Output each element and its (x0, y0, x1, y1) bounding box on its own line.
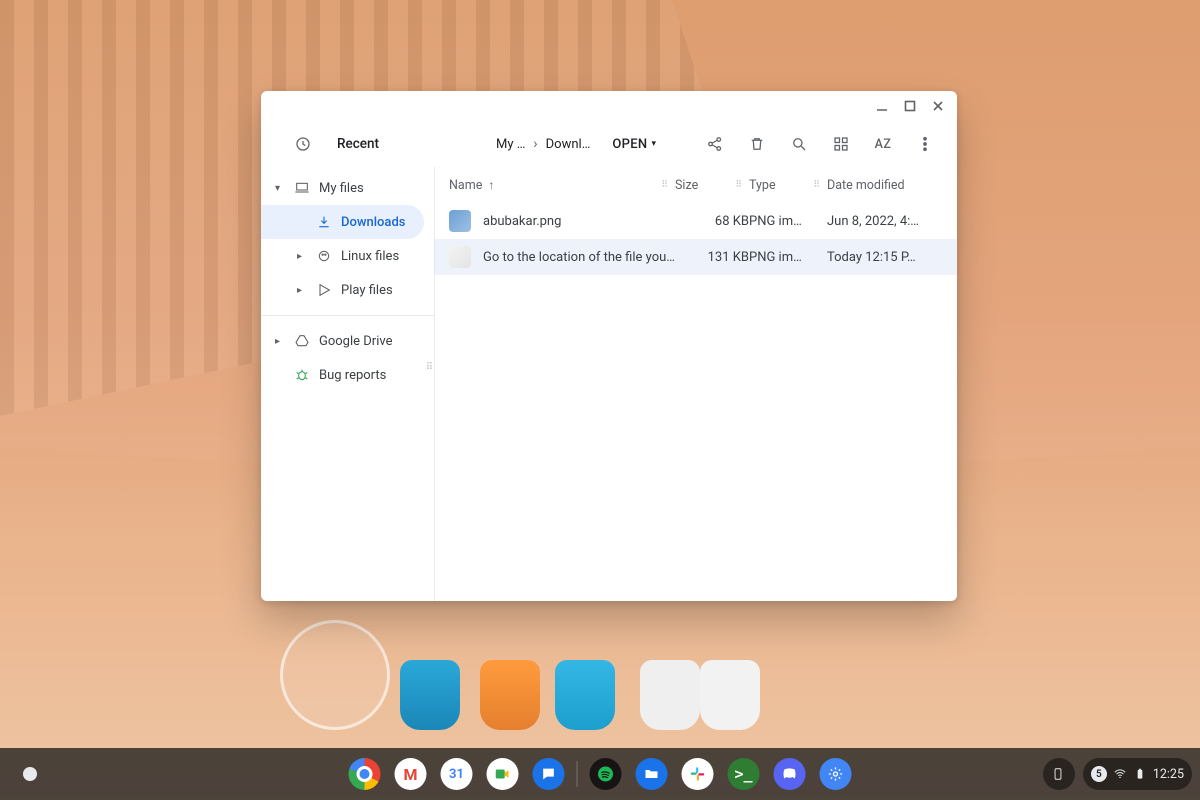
window-titlebar (261, 91, 957, 121)
chevron-right-icon: ▸ (297, 251, 307, 262)
files-sidebar: ▾ My files Downloads ▸ Linux files ▸ Pla… (261, 167, 435, 601)
discord-app[interactable] (770, 754, 810, 794)
sidebar-item-label: Google Drive (319, 334, 392, 349)
breadcrumb-current[interactable]: Downl… (546, 137, 591, 152)
file-row[interactable]: abubakar.png 68 KB PNG im… Jun 8, 2022, … (435, 203, 957, 239)
sidebar-item-label: Linux files (341, 249, 399, 264)
play-icon (315, 282, 333, 298)
open-button[interactable]: OPEN ▾ (606, 137, 662, 152)
laptop-icon (293, 180, 311, 196)
column-resize-handle[interactable]: ⠿ (735, 183, 743, 187)
sidebar-item-label: Downloads (341, 215, 405, 230)
sidebar-item-downloads[interactable]: Downloads (261, 205, 424, 239)
file-type: PNG im… (749, 250, 827, 265)
file-name: abubakar.png (483, 214, 675, 229)
launcher-icon (23, 767, 37, 781)
column-header-size[interactable]: Size (675, 178, 698, 193)
recent-icon (285, 126, 321, 162)
files-app[interactable] (632, 754, 672, 794)
files-app-window: Recent My … › Downl… OPEN ▾ AZ (261, 91, 957, 601)
drive-icon (293, 333, 311, 349)
linux-icon (315, 248, 333, 264)
recent-label[interactable]: Recent (337, 136, 379, 152)
battery-icon (1133, 767, 1147, 781)
more-menu-button[interactable] (907, 126, 943, 162)
sort-button[interactable]: AZ (865, 126, 901, 162)
bug-icon (293, 367, 311, 383)
sidebar-item-playfiles[interactable]: ▸ Play files (261, 273, 424, 307)
column-header-date[interactable]: Date modified (827, 178, 905, 193)
system-tray[interactable]: 5 12:25 (1083, 758, 1192, 790)
window-maximize-button[interactable] (903, 99, 917, 113)
terminal-app[interactable]: >_ (724, 754, 764, 794)
chevron-right-icon: ▸ (297, 285, 307, 296)
column-header-name[interactable]: Name (449, 178, 482, 193)
shelf: M 31 >_ 5 (0, 748, 1200, 800)
sidebar-item-drive[interactable]: ▸ Google Drive (261, 324, 424, 358)
window-close-button[interactable] (931, 99, 945, 113)
file-thumbnail (449, 246, 471, 268)
file-date: Jun 8, 2022, 4:… (827, 214, 943, 229)
column-header-type[interactable]: Type (749, 178, 776, 193)
share-button[interactable] (697, 126, 733, 162)
wifi-icon (1113, 767, 1127, 781)
file-list-pane: Name ↑ ⠿ Size ⠿ Type ⠿ Date modified (435, 167, 957, 601)
file-type: PNG im… (749, 214, 827, 229)
file-thumbnail (449, 210, 471, 232)
file-name: Go to the location of the file you… (483, 250, 675, 265)
column-resize-handle[interactable]: ⠿ (813, 183, 821, 187)
gmail-app[interactable]: M (391, 754, 431, 794)
sort-ascending-icon: ↑ (488, 178, 494, 192)
settings-app[interactable] (816, 754, 856, 794)
view-toggle-button[interactable] (823, 126, 859, 162)
chevron-right-icon: › (533, 136, 537, 152)
files-toolbar: Recent My … › Downl… OPEN ▾ AZ (261, 121, 957, 167)
launcher-button[interactable] (10, 754, 50, 794)
sidebar-divider (261, 315, 434, 316)
shelf-pinned-apps: M 31 >_ (345, 754, 856, 794)
chevron-down-icon: ▾ (275, 183, 285, 194)
file-list-header: Name ↑ ⠿ Size ⠿ Type ⠿ Date modified (435, 167, 957, 203)
calendar-app[interactable]: 31 (437, 754, 477, 794)
slack-app[interactable] (678, 754, 718, 794)
column-resize-handle[interactable]: ⠿ (661, 183, 669, 187)
file-size: 131 KB (675, 250, 749, 265)
file-date: Today 12:15 P… (827, 250, 943, 265)
file-row[interactable]: Go to the location of the file you… 131 … (435, 239, 957, 275)
clock: 12:25 (1153, 767, 1184, 782)
sidebar-resize-handle[interactable]: ⠿ (426, 365, 434, 370)
messages-app[interactable] (529, 754, 569, 794)
notification-count: 5 (1091, 766, 1107, 782)
sidebar-item-linux[interactable]: ▸ Linux files (261, 239, 424, 273)
delete-button[interactable] (739, 126, 775, 162)
sidebar-item-label: Bug reports (319, 368, 386, 383)
window-minimize-button[interactable] (875, 99, 889, 113)
sidebar-item-label: Play files (341, 283, 393, 298)
meet-app[interactable] (483, 754, 523, 794)
shelf-divider (577, 761, 578, 787)
chevron-right-icon: ▸ (275, 336, 285, 347)
chevron-down-icon: ▾ (651, 139, 656, 149)
sidebar-item-myfiles[interactable]: ▾ My files (261, 171, 424, 205)
spotify-app[interactable] (586, 754, 626, 794)
phone-hub-button[interactable] (1043, 758, 1075, 790)
breadcrumb-root[interactable]: My … (496, 137, 525, 152)
search-button[interactable] (781, 126, 817, 162)
sidebar-item-label: My files (319, 181, 364, 196)
file-size: 68 KB (675, 214, 749, 229)
status-area: 5 12:25 (1043, 758, 1192, 790)
chrome-app[interactable] (345, 754, 385, 794)
sidebar-item-bugreports[interactable]: Bug reports (261, 358, 424, 392)
download-icon (315, 214, 333, 230)
